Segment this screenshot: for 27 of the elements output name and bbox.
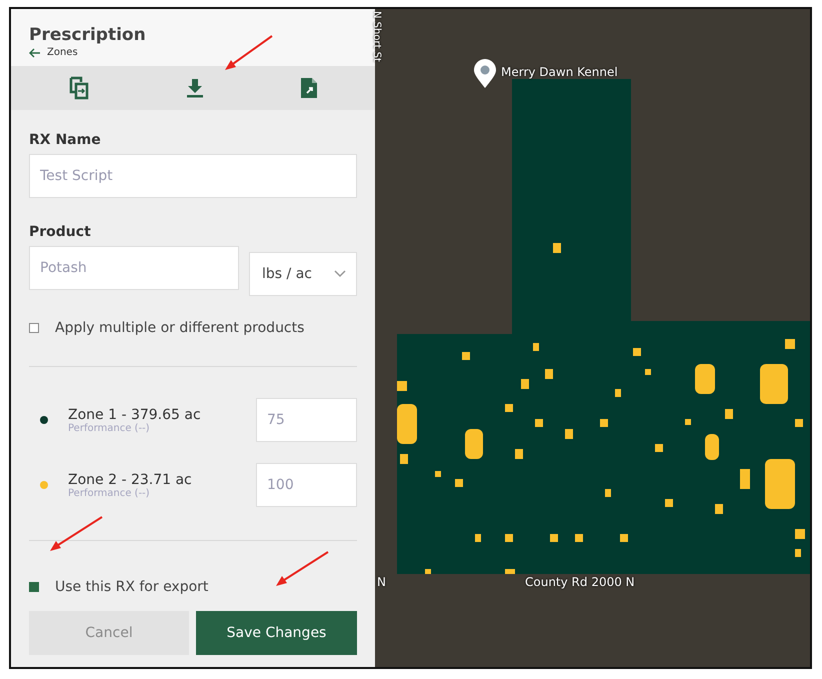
checkbox[interactable] xyxy=(29,582,39,592)
annotation-arrow xyxy=(275,550,330,588)
chevron-down-icon xyxy=(334,270,346,278)
annotation-arrow xyxy=(49,515,104,553)
map-road-label: N xyxy=(377,575,386,589)
zone-performance: Performance (--) xyxy=(68,422,151,434)
product-field[interactable]: Potash xyxy=(29,246,239,290)
field-label: Product xyxy=(29,224,92,240)
map-street-label: N Short St xyxy=(370,11,382,62)
zone-name: Zone 2 - 23.71 ac xyxy=(68,472,193,488)
field-label: RX Name xyxy=(29,132,102,148)
checkbox-label: Use this RX for export xyxy=(55,579,208,595)
rate-field[interactable]: 100 xyxy=(256,463,357,507)
rate-field[interactable]: 75 xyxy=(256,398,357,442)
back-arrow-icon xyxy=(29,48,41,58)
map-pin-icon xyxy=(473,59,497,89)
checkbox-label: Apply multiple or different products xyxy=(55,320,304,336)
save-button[interactable]: Save Changes xyxy=(196,611,357,655)
back-link[interactable]: Zones xyxy=(29,47,357,58)
zone-name: Zone 1 - 379.65 ac xyxy=(68,406,202,422)
panel-title: Prescription xyxy=(29,25,147,45)
map-place-label: Merry Dawn Kennel xyxy=(501,65,618,79)
zone-performance: Performance (--) xyxy=(68,488,151,498)
checkbox[interactable] xyxy=(29,323,39,333)
map-road-label: County Rd 2000 N xyxy=(525,575,635,589)
unit-dropdown[interactable]: lbs / ac xyxy=(249,252,357,296)
rx-name-field[interactable]: Test Script xyxy=(29,154,357,198)
